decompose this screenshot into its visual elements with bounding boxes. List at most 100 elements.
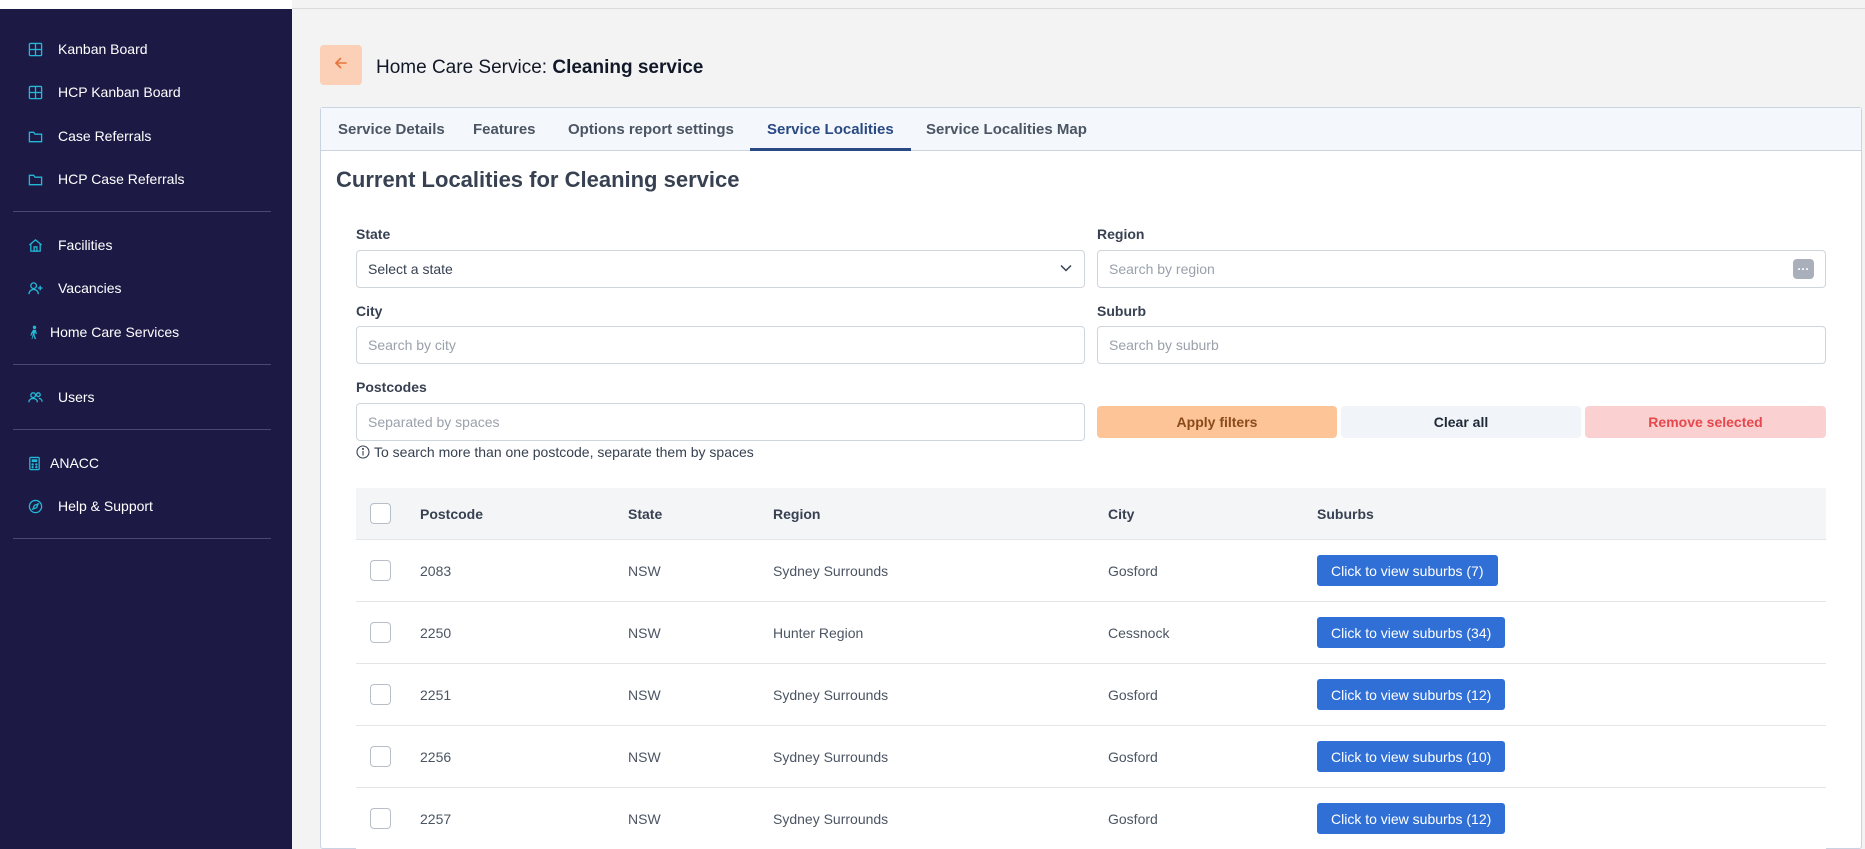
suburb-input[interactable]	[1109, 337, 1814, 353]
column-header-state[interactable]: State	[628, 488, 662, 539]
sidebar-item-label: Facilities	[58, 237, 113, 253]
suburbs-cell: Click to view suburbs (12)	[1317, 664, 1506, 725]
row-checkbox[interactable]	[370, 560, 391, 581]
user-plus-icon	[26, 279, 44, 297]
view-suburbs-button[interactable]: Click to view suburbs (12)	[1317, 679, 1506, 710]
sidebar-item-hcp-kanban-board[interactable]: HCP Kanban Board	[26, 78, 181, 106]
sidebar-item-help-support[interactable]: Help & Support	[26, 492, 153, 520]
postcode-cell: 2083	[420, 562, 452, 579]
sidebar-item-label: Help & Support	[58, 498, 153, 514]
grid-icon	[26, 83, 44, 101]
page-title-prefix: Home Care Service:	[376, 57, 553, 78]
tab-features[interactable]: Features	[456, 108, 553, 151]
grid-icon	[26, 40, 44, 58]
select-all-checkbox[interactable]	[370, 503, 391, 524]
region-field: ···	[1097, 250, 1826, 288]
state-select-value: Select a state	[368, 261, 453, 277]
sidebar-item-kanban-board[interactable]: Kanban Board	[26, 35, 148, 63]
state-cell: NSW	[628, 686, 661, 703]
back-button[interactable]	[320, 45, 362, 85]
sidebar-item-users[interactable]: Users	[26, 383, 95, 411]
region-cell: Hunter Region	[773, 624, 864, 641]
tab-options-report-settings[interactable]: Options report settings	[551, 108, 751, 151]
users-icon	[26, 388, 44, 406]
sidebar-item-label: Kanban Board	[58, 41, 148, 57]
info-icon	[356, 445, 370, 459]
city-field	[356, 326, 1085, 364]
sidebar: Kanban Board HCP Kanban Board Case Refer…	[0, 0, 292, 849]
localities-table: Postcode State Region City Suburbs 2083 …	[356, 488, 1826, 849]
sidebar-item-hcp-case-referrals[interactable]: HCP Case Referrals	[26, 165, 185, 193]
row-checkbox[interactable]	[370, 808, 391, 829]
region-input[interactable]	[1109, 261, 1793, 277]
view-suburbs-button[interactable]: Click to view suburbs (12)	[1317, 803, 1506, 834]
tab-service-localities-map[interactable]: Service Localities Map	[909, 108, 1104, 151]
row-select-cell	[370, 602, 391, 663]
region-cell: Sydney Surrounds	[773, 562, 889, 579]
postcode-cell: 2251	[420, 686, 452, 703]
sidebar-item-label: Home Care Services	[50, 324, 180, 340]
city-cell: Gosford	[1108, 748, 1158, 765]
page-title: Home Care Service: Cleaning service	[376, 57, 703, 79]
city-cell: Gosford	[1108, 810, 1158, 827]
row-checkbox[interactable]	[370, 746, 391, 767]
state-select[interactable]: Select a state	[356, 250, 1085, 288]
sidebar-item-label: Case Referrals	[58, 128, 152, 144]
sidebar-item-vacancies[interactable]: Vacancies	[26, 274, 122, 302]
suburbs-cell: Click to view suburbs (7)	[1317, 540, 1498, 601]
state-label: State	[356, 226, 391, 242]
postcodes-field	[356, 403, 1085, 441]
main-content: Home Care Service: Cleaning service Serv…	[292, 0, 1865, 849]
region-cell: Sydney Surrounds	[773, 748, 889, 765]
row-checkbox[interactable]	[370, 684, 391, 705]
postcode-hint-text: To search more than one postcode, separa…	[374, 444, 754, 460]
sidebar-item-facilities[interactable]: Facilities	[26, 231, 112, 259]
column-header-region[interactable]: Region	[773, 488, 820, 539]
suburbs-cell: Click to view suburbs (10)	[1317, 726, 1506, 787]
view-suburbs-button[interactable]: Click to view suburbs (7)	[1317, 555, 1498, 586]
region-cell: Sydney Surrounds	[773, 810, 889, 827]
row-select-cell	[370, 664, 391, 725]
postcodes-input[interactable]	[368, 414, 1073, 430]
tab-service-details[interactable]: Service Details	[321, 108, 462, 151]
row-select-cell	[370, 726, 391, 787]
sidebar-item-anacc[interactable]: ANACC	[26, 449, 99, 477]
suburb-label: Suburb	[1097, 303, 1146, 319]
state-cell: NSW	[628, 748, 661, 765]
home-icon	[26, 236, 44, 254]
folder-icon	[26, 170, 44, 188]
postcode-cell: 2250	[420, 624, 452, 641]
walking-person-icon	[26, 323, 42, 341]
view-suburbs-button[interactable]: Click to view suburbs (10)	[1317, 741, 1506, 772]
sidebar-item-case-referrals[interactable]: Case Referrals	[26, 122, 151, 150]
sidebar-item-label: ANACC	[50, 455, 100, 471]
postcodes-label: Postcodes	[356, 379, 427, 395]
clear-all-button[interactable]: Clear all	[1341, 406, 1581, 438]
row-checkbox[interactable]	[370, 622, 391, 643]
sidebar-item-label: HCP Kanban Board	[58, 84, 181, 100]
chevron-down-icon	[1059, 261, 1073, 278]
column-header-suburbs: Suburbs	[1317, 505, 1374, 522]
sidebar-divider	[13, 364, 271, 365]
column-header-city[interactable]: City	[1108, 488, 1134, 539]
sidebar-item-home-care-services[interactable]: Home Care Services	[26, 318, 179, 346]
sidebar-item-label: Users	[58, 389, 95, 405]
column-header-postcode[interactable]: Postcode	[420, 488, 483, 539]
view-suburbs-button[interactable]: Click to view suburbs (34)	[1317, 617, 1506, 648]
remove-selected-button[interactable]: Remove selected	[1585, 406, 1826, 438]
compass-icon	[26, 497, 44, 515]
apply-filters-button[interactable]: Apply filters	[1097, 406, 1337, 438]
postcode-cell: 2256	[420, 748, 452, 765]
sidebar-divider	[13, 211, 271, 212]
city-cell: Cessnock	[1108, 624, 1170, 641]
city-input[interactable]	[368, 337, 1073, 353]
page-title-service-name: Cleaning service	[552, 57, 704, 78]
table-row: 2256 NSW Sydney Surrounds Gosford Click …	[356, 726, 1826, 788]
tab-service-localities[interactable]: Service Localities	[750, 108, 911, 151]
suburb-field	[1097, 326, 1826, 364]
more-options-icon[interactable]: ···	[1792, 259, 1814, 279]
top-bar-border	[292, 8, 1865, 9]
select-all-cell	[370, 488, 391, 539]
state-cell: NSW	[628, 624, 661, 641]
region-cell: Sydney Surrounds	[773, 686, 889, 703]
